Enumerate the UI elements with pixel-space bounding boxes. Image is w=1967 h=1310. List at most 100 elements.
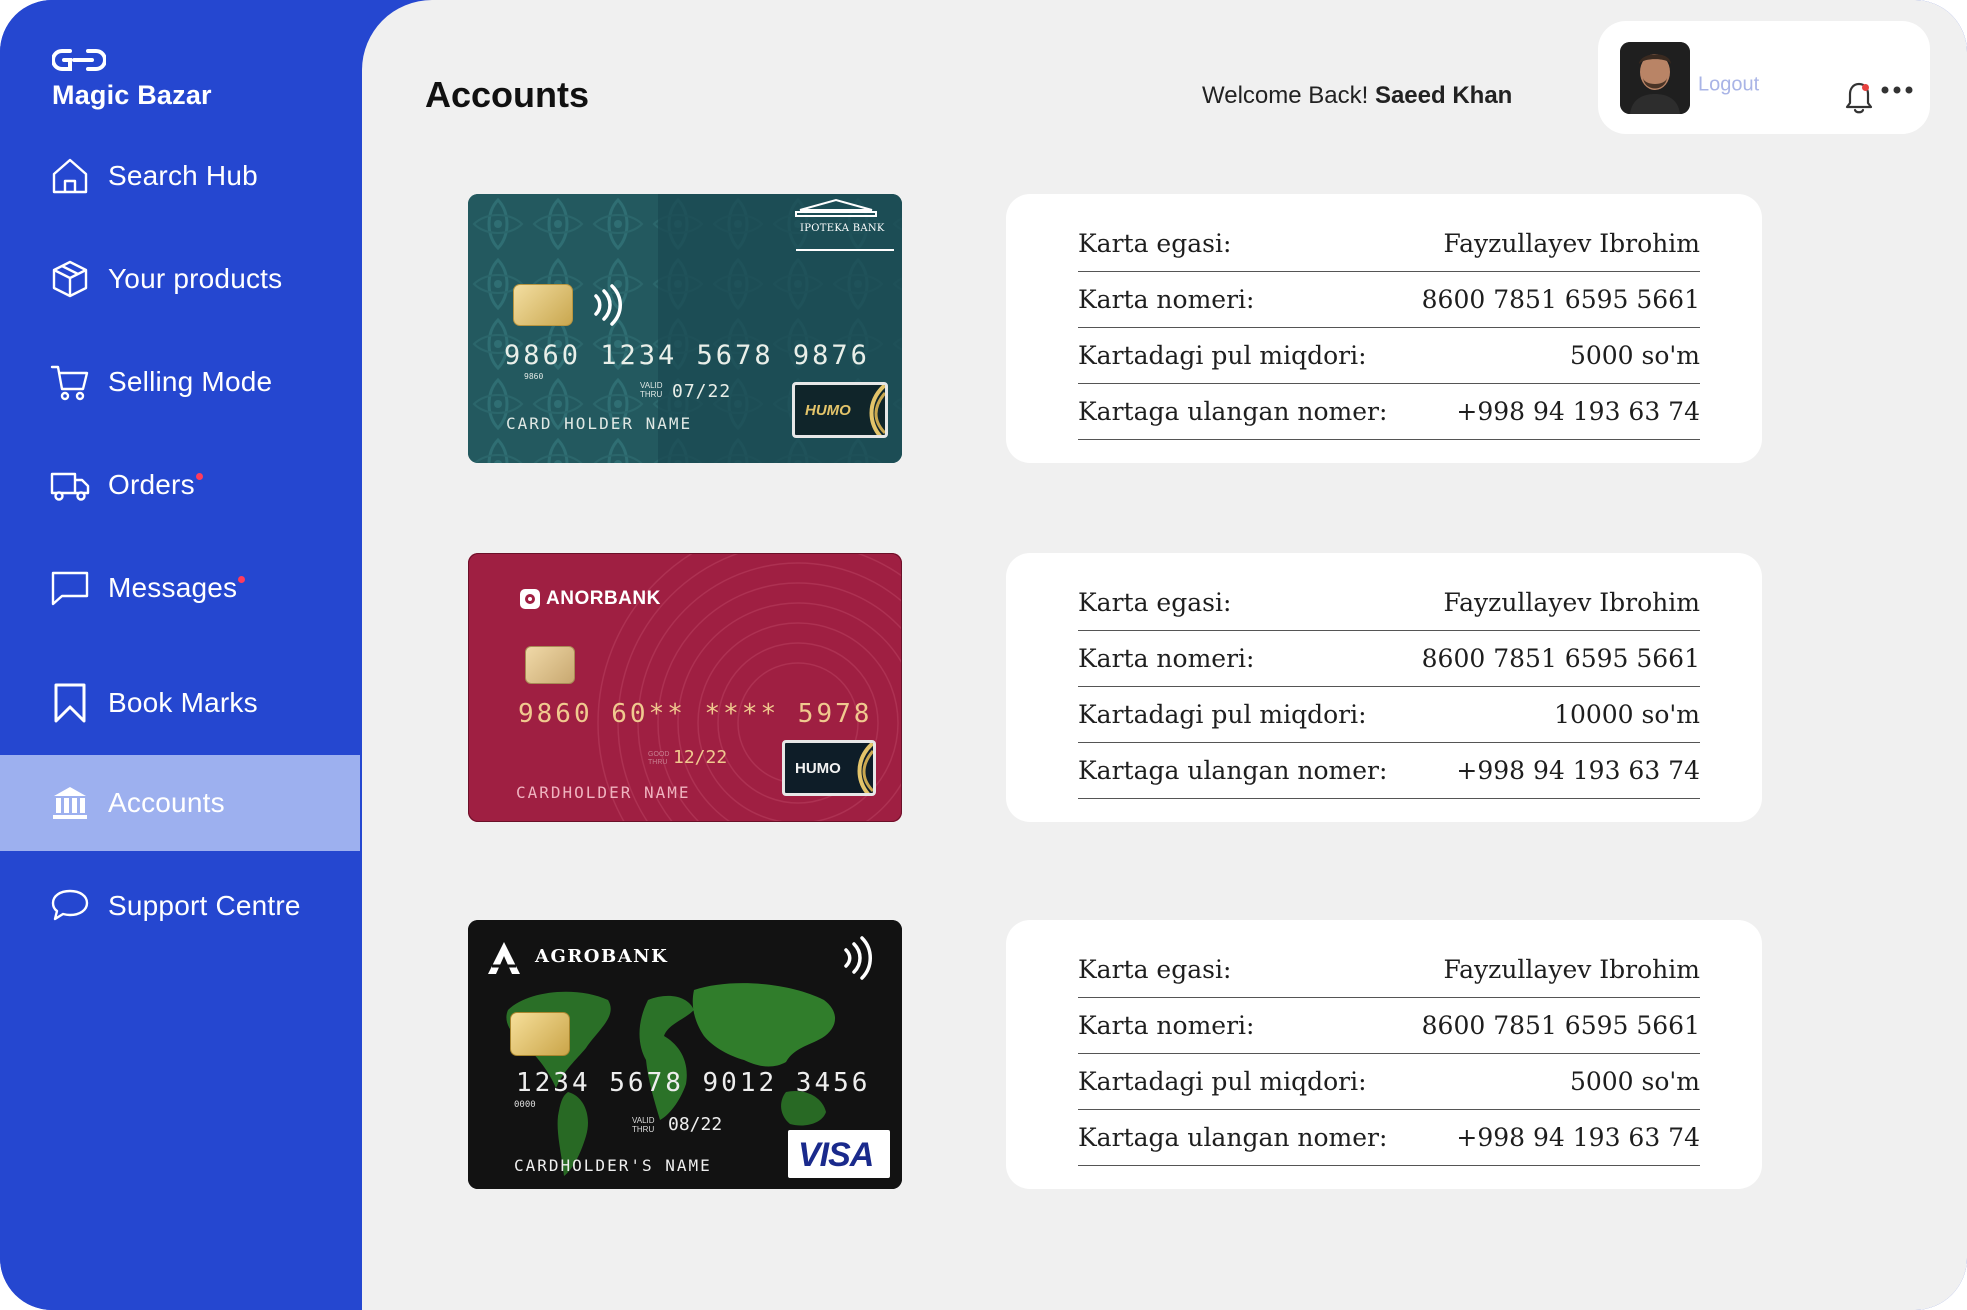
card-phone-row: Kartaga ulangan nomer: +998 94 193 63 74 (1078, 743, 1700, 799)
avatar-photo (1620, 42, 1690, 114)
app-name: Magic Bazar (52, 80, 212, 110)
sidebar-item-label: Support Centre (108, 890, 301, 921)
bank-icon (50, 783, 90, 823)
visa-logo: VISA (788, 1130, 890, 1178)
card-phone-row: Kartaga ulangan nomer: +998 94 193 63 74 (1078, 384, 1700, 440)
card-balance-row: Kartadagi pul miqdori: 10000 so'm (1078, 687, 1700, 743)
truck-icon (50, 465, 90, 505)
app-window: Magic Bazar Search Hub Your products Sel… (0, 0, 1967, 1310)
humo-logo: HUMO (792, 382, 888, 438)
cart-icon (50, 362, 90, 402)
card-small-number: 9860 (524, 372, 544, 381)
sidebar-item-your-products[interactable]: Your products (0, 231, 360, 327)
row-label: Karta egasi: (1078, 955, 1232, 984)
row-label: Karta egasi: (1078, 229, 1232, 258)
card-number: 9860 60** **** 5978 (518, 699, 873, 729)
card-network: HUMO (805, 402, 851, 419)
card-bank-name: ANORBANK (546, 588, 661, 609)
bank-card-anorbank[interactable]: ANORBANK 9860 60** **** 5978 GOOD THRU 1… (468, 553, 902, 822)
user-name: Saeed Khan (1374, 82, 1513, 109)
sidebar-item-selling-mode[interactable]: Selling Mode (0, 334, 360, 430)
row-value: 10000 so'm (1554, 700, 1700, 729)
card-valid-label: VALID THRU (640, 381, 663, 399)
row-value: +998 94 193 63 74 (1456, 397, 1700, 426)
card-network: VISA (798, 1136, 874, 1174)
chip-icon (525, 646, 575, 684)
row-label: Karta egasi: (1078, 588, 1232, 617)
row-label: Karta nomeri: (1078, 1011, 1255, 1040)
card-expiry: 07/22 (672, 381, 732, 402)
welcome-message: Welcome Back! Saeed Khan (1202, 82, 1512, 110)
card-valid-label: GOOD THRU (648, 751, 670, 766)
row-value: 5000 so'm (1569, 341, 1700, 370)
card-number-row: Karta nomeri: 8600 7851 6595 5661 (1078, 998, 1700, 1054)
bank-card-agrobank[interactable]: AGROBANK 1234 5678 9012 3456 0000 VALID … (468, 920, 902, 1189)
card-valid-label: VALID THRU (632, 1116, 655, 1134)
row-label: Karta nomeri: (1078, 285, 1255, 314)
chip-icon (513, 284, 573, 326)
card-number-row: Karta nomeri: 8600 7851 6595 5661 (1078, 272, 1700, 328)
contactless-icon (844, 936, 872, 980)
messages-label: Messages (108, 572, 238, 603)
contactless-icon (594, 284, 622, 326)
sidebar-item-messages[interactable]: Messages (0, 540, 360, 636)
orders-label: Orders (108, 469, 195, 500)
card-phone-row: Kartaga ulangan nomer: +998 94 193 63 74 (1078, 1110, 1700, 1166)
main-content: Accounts Welcome Back! Saeed Khan Logout (362, 0, 1967, 1310)
bank-card-ipoteka[interactable]: IPOTEKA BANK 9860 1234 5678 9876 9860 VA… (468, 194, 902, 463)
sidebar-item-search-hub[interactable]: Search Hub (0, 128, 360, 224)
logo[interactable]: Magic Bazar (52, 46, 212, 111)
sidebar-item-label: Accounts (108, 787, 225, 818)
home-icon (50, 156, 90, 196)
chip-icon (510, 1012, 570, 1056)
card-holder: CARD HOLDER NAME (506, 414, 693, 433)
sidebar-item-support-centre[interactable]: Support Centre (0, 858, 360, 954)
user-panel: Logout (1598, 21, 1930, 134)
box-icon (50, 259, 90, 299)
card-owner-row: Karta egasi: Fayzullayev Ibrohim (1078, 575, 1700, 631)
card-bank-name: AGROBANK (535, 946, 669, 967)
orders-badge (195, 473, 203, 480)
row-value: 5000 so'm (1569, 1067, 1700, 1096)
sidebar: Magic Bazar Search Hub Your products Sel… (0, 0, 362, 1310)
row-value: Fayzullayev Ibrohim (1443, 955, 1700, 984)
row-value: +998 94 193 63 74 (1456, 756, 1700, 785)
sidebar-item-accounts[interactable]: Accounts (0, 755, 360, 851)
sidebar-item-label: Your products (108, 263, 283, 294)
row-label: Kartadagi pul miqdori: (1078, 1067, 1367, 1096)
sidebar-item-book-marks[interactable]: Book Marks (0, 655, 360, 751)
card-balance-row: Kartadagi pul miqdori: 5000 so'm (1078, 328, 1700, 384)
account-info-panel: Karta egasi: Fayzullayev Ibrohim Karta no… (1006, 920, 1762, 1189)
row-label: Kartadagi pul miqdori: (1078, 341, 1367, 370)
account-info-panel: Karta egasi: Fayzullayev Ibrohim Karta no… (1006, 194, 1762, 463)
message-icon (50, 568, 90, 608)
card-balance-row: Kartadagi pul miqdori: 5000 so'm (1078, 1054, 1700, 1110)
row-value: Fayzullayev Ibrohim (1443, 229, 1700, 258)
row-label: Kartaga ulangan nomer: (1078, 1123, 1388, 1152)
sidebar-item-label: Search Hub (108, 160, 258, 191)
page-title: Accounts (425, 74, 590, 115)
bookmark-icon (50, 683, 90, 723)
card-number: 1234 5678 9012 3456 (516, 1068, 871, 1098)
avatar[interactable] (1620, 42, 1690, 114)
messages-badge (238, 576, 246, 583)
row-value: Fayzullayev Ibrohim (1443, 588, 1700, 617)
sidebar-item-label: Orders (108, 469, 203, 501)
row-value: 8600 7851 6595 5661 (1421, 1011, 1700, 1040)
card-small-number: 0000 (514, 1100, 536, 1110)
card-expiry: 12/22 (673, 747, 728, 768)
card-network: HUMO (795, 760, 841, 777)
logo-icon (52, 49, 106, 71)
agrobank-logo-icon (488, 942, 520, 974)
sidebar-item-orders[interactable]: Orders (0, 437, 360, 533)
sidebar-item-label: Selling Mode (108, 366, 273, 397)
card-owner-row: Karta egasi: Fayzullayev Ibrohim (1078, 942, 1700, 998)
sidebar-item-label: Book Marks (108, 687, 258, 718)
humo-logo: HUMO (782, 740, 876, 796)
account-info-panel: Karta egasi: Fayzullayev Ibrohim Karta no… (1006, 553, 1762, 822)
bell-icon[interactable] (1844, 81, 1874, 115)
more-options-icon[interactable] (1880, 85, 1914, 95)
notification-badge (1862, 84, 1869, 91)
row-label: Kartadagi pul miqdori: (1078, 700, 1367, 729)
logout-link[interactable]: Logout (1698, 74, 1759, 97)
